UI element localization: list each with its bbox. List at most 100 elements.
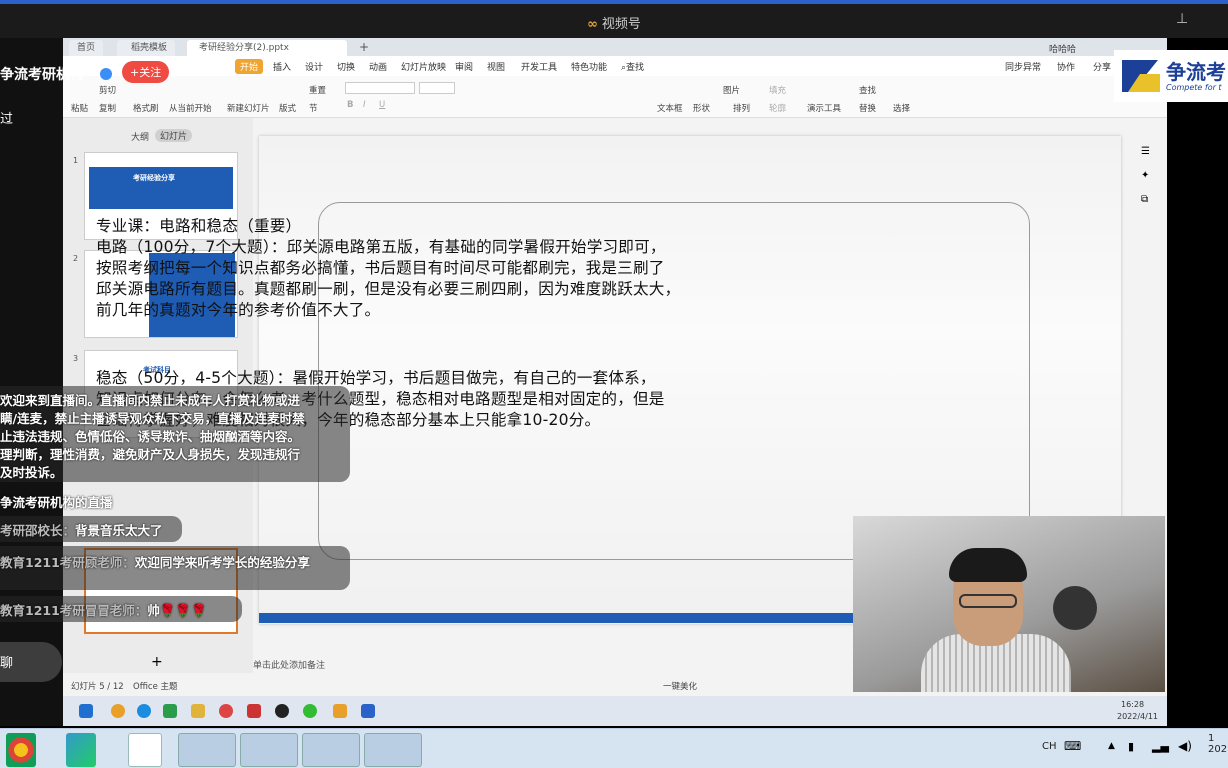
wechat-icon[interactable] [302,733,360,767]
ribbon-toolbar: 粘贴 剪切 复制 格式刷 从当前开始 新建幻灯片 版式 重置 节 B I U 文… [63,76,1167,118]
chat-message: 考研邵校长：背景音乐太大了 [0,523,163,538]
volume-icon[interactable]: ◀) [1178,739,1192,753]
cut-button[interactable]: 剪切 [99,84,116,96]
shipinhao-icon[interactable] [364,733,422,767]
share-button[interactable]: 分享 [1093,60,1111,73]
paste-button[interactable]: 粘贴 [71,102,88,114]
layout-button[interactable]: 版式 [279,102,296,114]
presenter-hair [949,548,1027,582]
windows-start-icon[interactable] [79,704,93,718]
menu-view[interactable]: 视图 [487,60,505,73]
menu-animation[interactable]: 动画 [369,60,387,73]
thumb-number: 3 [73,354,79,363]
menu-bar: 开始 插入 设计 切换 动画 幻灯片放映 审阅 视图 开发工具 特色功能 ⌕查找… [63,56,1167,76]
shape-button[interactable]: 形状 [693,102,710,114]
new-slide-button[interactable]: 新建幻灯片 [227,102,270,114]
presenter-tools-button[interactable]: 演示工具 [807,102,841,114]
font-size-select[interactable] [419,82,455,94]
reset-button[interactable]: 重置 [309,84,326,96]
arrange-button[interactable]: 排列 [733,102,750,114]
notice-line: 及时投诉。 [0,465,63,480]
copy-button[interactable]: 复制 [99,102,116,114]
chrome-icon[interactable] [6,733,36,767]
tab-pptx-file[interactable]: 考研经验分享(2).pptx [187,40,347,56]
outline-button[interactable]: 轮廓 [769,102,786,114]
follow-button[interactable]: +关注 [122,61,170,83]
thumb-title: 考研经验分享 [133,174,175,182]
chrome-icon[interactable] [219,704,233,718]
menu-transition[interactable]: 切换 [337,60,355,73]
brand-mark-icon [1122,60,1160,92]
menu-design[interactable]: 设计 [305,60,323,73]
brand-subtitle: Compete for t [1166,83,1222,92]
theme-name: Office 主题 [133,682,178,692]
pin-icon[interactable]: ⊥ [1176,11,1188,27]
fill-button[interactable]: 填充 [769,84,786,96]
tab-docer[interactable]: 稻壳模板 [117,40,176,56]
menu-devtools[interactable]: 开发工具 [521,60,557,73]
ie-icon[interactable] [163,704,177,718]
stream-label: 过 [0,112,14,127]
remote-desktop-icon[interactable] [178,733,236,767]
shipinhao-logo-icon: ∞ [587,17,598,32]
app-icon[interactable] [111,704,125,718]
user-name[interactable]: 哈哈哈 [1049,42,1076,55]
tab-slides[interactable]: 幻灯片 [155,129,193,142]
thumb-number: 2 [73,254,79,263]
player-icon[interactable] [275,704,289,718]
menu-insert[interactable]: 插入 [273,60,291,73]
tray-arrow-icon[interactable]: ▲ [1108,741,1115,751]
new-tab-plus-icon[interactable]: + [359,40,369,54]
menu-find[interactable]: ⌕查找 [621,60,644,73]
font-family-select[interactable] [345,82,415,94]
beautify-button[interactable]: 一键美化 [663,680,697,692]
slide-line: 前几年的真题对今年的参考价值不大了。 [96,301,381,319]
chat-input[interactable]: 聊 [0,642,62,682]
wechat-icon[interactable] [303,704,317,718]
menu-start[interactable]: 开始 [235,59,264,74]
explorer-icon[interactable] [240,733,298,767]
shipinhao-icon[interactable] [333,704,347,718]
mail-icon[interactable] [361,704,375,718]
copy-icon[interactable]: ⧉ [1141,194,1148,205]
replace-button[interactable]: 替换 [859,102,876,114]
section-button[interactable]: 节 [309,102,318,114]
tab-home[interactable]: 首页 [69,40,104,56]
collab-button[interactable]: 协作 [1057,60,1075,73]
ime-indicator[interactable]: CH [1042,741,1057,752]
photos-icon[interactable] [128,733,162,767]
media-player-icon[interactable] [66,733,96,767]
title-bar: ∞ 视频号 ⊥ [0,0,1228,38]
italic-button[interactable]: I [363,100,366,110]
streamer-name[interactable]: 争流考研机构 [0,64,84,84]
select-button[interactable]: 选择 [893,102,910,114]
format-painter-button[interactable]: 格式刷 [133,102,159,114]
slide-line: 邱关源电路所有题目。真题都刷一刷，但是没有必要三刷四刷，因为难度跳跃太大， [96,280,681,298]
menu-features[interactable]: 特色功能 [571,60,607,73]
underline-button[interactable]: U [379,100,385,110]
menu-slideshow[interactable]: 幻灯片放映 [401,60,446,73]
bold-button[interactable]: B [347,100,353,110]
add-slide-button[interactable]: + [151,654,163,670]
tab-outline[interactable]: 大纲 [131,130,149,143]
keyboard-icon[interactable]: ⌨ [1064,739,1081,753]
folder-icon[interactable] [191,704,205,718]
sync-status[interactable]: 同步异常 [1005,60,1041,73]
wps-icon[interactable] [247,704,261,718]
edge-icon[interactable] [137,704,151,718]
play-from-current-button[interactable]: 从当前开始 [169,102,212,114]
find-button[interactable]: 查找 [859,84,876,96]
notice-line: 欢迎来到直播间。直播间内禁止未成年人打赏礼物或进 [0,393,301,408]
textbox-button[interactable]: 文本框 [657,102,683,114]
notice-line: 瞒/连麦，禁止主播诱导观众私下交易，直播及连麦时禁 [0,411,305,426]
properties-icon[interactable]: ☰ [1141,146,1150,157]
slide-line: 电路（100分，7个大题）：邱关源电路第五版，有基础的同学暑假开始学习即可， [96,238,666,256]
os-clock[interactable]: 1 202 [1208,733,1227,755]
battery-icon: ▮ [1128,740,1135,753]
pin-icon[interactable]: ✦ [1141,170,1149,181]
notice-line: 止违法违规、色情低俗、诱导欺诈、抽烟酗酒等内容。 [0,429,301,444]
menu-review[interactable]: 审阅 [455,60,473,73]
webcam-view [853,516,1165,692]
picture-button[interactable]: 图片 [723,84,740,96]
wps-tab-bar: 首页 稻壳模板 考研经验分享(2).pptx + 哈哈哈 [63,38,1167,56]
